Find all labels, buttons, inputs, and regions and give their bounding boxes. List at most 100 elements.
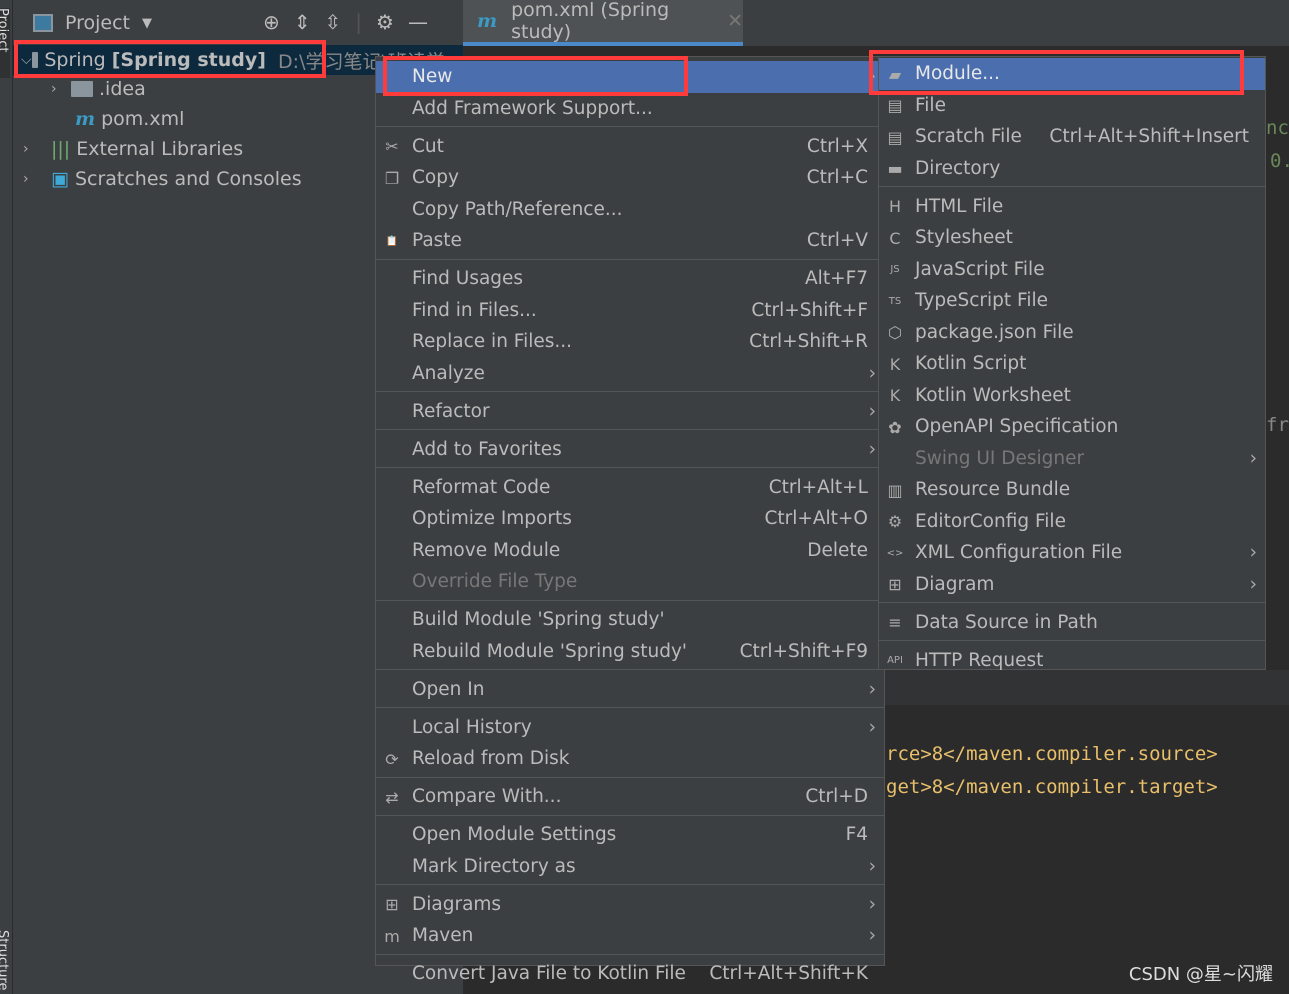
minimize-icon[interactable]: —	[408, 10, 428, 34]
menu-item-reload-from-disk[interactable]: ⟳ Reload from Disk	[376, 743, 884, 775]
chevron-right-icon: ›	[868, 438, 876, 460]
tree-item-external-libraries[interactable]: › ||| External Libraries	[23, 134, 243, 164]
folder-icon	[71, 81, 93, 97]
chevron-right-icon: ›	[1249, 447, 1257, 469]
chevron-right-icon: ›	[1249, 573, 1257, 595]
project-tool-button[interactable]: Project	[0, 8, 10, 78]
tree-item-idea[interactable]: › .idea	[51, 74, 146, 104]
chevron-right-icon: ›	[868, 678, 876, 700]
menu-item-label: Open In	[412, 678, 485, 700]
menu-item-stylesheet[interactable]: C Stylesheet	[879, 222, 1265, 254]
menu-item-add-framework-support[interactable]: Add Framework Support...	[376, 93, 884, 125]
menu-item-resource-bundle[interactable]: ▥ Resource Bundle	[879, 474, 1265, 506]
menu-item-optimize-imports[interactable]: Optimize Imports Ctrl+Alt+O	[376, 503, 884, 535]
menu-item-package-json-file[interactable]: ⬡ package.json File	[879, 317, 1265, 349]
gear-icon[interactable]: ⚙	[376, 10, 394, 34]
chevron-right-icon[interactable]: ›	[51, 81, 71, 97]
menu-item-label: Add to Favorites	[412, 438, 562, 460]
code-fragment: nce	[1266, 117, 1289, 139]
menu-item-refactor[interactable]: Refactor ›	[376, 396, 884, 428]
menu-item-label: Compare With...	[412, 786, 562, 808]
menu-item-find-in-files[interactable]: Find in Files... Ctrl+Shift+F	[376, 295, 884, 327]
expand-all-icon[interactable]: ⇕	[294, 10, 311, 34]
menu-item-typescript-file[interactable]: TS TypeScript File	[879, 285, 1265, 317]
file-icon: ▤	[887, 96, 903, 115]
menu-item-reformat-code[interactable]: Reformat Code Ctrl+Alt+L	[376, 472, 884, 504]
menu-item-openapi-specification[interactable]: ✿ OpenAPI Specification	[879, 411, 1265, 443]
code-line: get>8</maven.compiler.target>	[886, 776, 1218, 798]
tool-window-strip: Project Structure	[0, 0, 13, 994]
menu-item-mark-directory-as[interactable]: Mark Directory as ›	[376, 851, 884, 883]
js-file-icon: JS	[890, 264, 900, 275]
menu-item-diagrams[interactable]: ⊞ Diagrams ›	[376, 889, 884, 921]
menu-item-find-usages[interactable]: Find Usages Alt+F7	[376, 263, 884, 295]
close-icon[interactable]: ✕	[727, 10, 743, 32]
menu-item-label: TypeScript File	[915, 290, 1048, 312]
menu-item-directory[interactable]: ▬ Directory	[879, 153, 1265, 185]
css-file-icon: C	[889, 228, 901, 248]
chevron-down-icon[interactable]: ▼	[142, 16, 152, 31]
menu-item-label: Rebuild Module 'Spring study'	[412, 640, 687, 662]
collapse-all-icon[interactable]: ⇳	[325, 10, 342, 34]
menu-item-analyze[interactable]: Analyze ›	[376, 358, 884, 390]
menu-item-copy-path-reference[interactable]: Copy Path/Reference...	[376, 194, 884, 226]
menu-item-replace-in-files[interactable]: Replace in Files... Ctrl+Shift+R	[376, 326, 884, 358]
menu-item-label: Diagrams	[412, 893, 502, 915]
menu-item-kotlin-worksheet[interactable]: K Kotlin Worksheet	[879, 380, 1265, 412]
menu-item-local-history[interactable]: Local History ›	[376, 712, 884, 744]
menu-item-rebuild-module-spring-study[interactable]: Rebuild Module 'Spring study' Ctrl+Shift+…	[376, 636, 884, 668]
menu-item-remove-module[interactable]: Remove Module Delete	[376, 535, 884, 567]
menu-item-label: Cut	[412, 135, 444, 157]
shortcut: Ctrl+Alt+Shift+Insert	[1049, 126, 1249, 148]
menu-item-javascript-file[interactable]: JS JavaScript File	[879, 254, 1265, 286]
menu-item-label: Kotlin Worksheet	[915, 384, 1071, 406]
menu-item-data-source-in-path[interactable]: ≡ Data Source in Path	[879, 607, 1265, 639]
shortcut: Ctrl+V	[806, 230, 868, 252]
menu-item-editorconfig-file[interactable]: ⚙ EditorConfig File	[879, 506, 1265, 538]
highlight-box	[14, 40, 326, 78]
openapi-icon: ✿	[888, 417, 902, 437]
menu-item-label: Find in Files...	[412, 299, 537, 321]
menu-item-add-to-favorites[interactable]: Add to Favorites ›	[376, 434, 884, 466]
scratch-file-icon: ▤	[887, 127, 903, 147]
menu-item-scratch-file[interactable]: ▤ Scratch File Ctrl+Alt+Shift+Insert	[879, 121, 1265, 153]
menu-item-label: Reload from Disk	[412, 748, 570, 770]
menu-item-open-in[interactable]: Open In ›	[376, 674, 884, 706]
chevron-right-icon[interactable]: ›	[23, 141, 43, 157]
menu-item-xml-configuration-file[interactable]: <> XML Configuration File ›	[879, 537, 1265, 569]
copy-icon: ❐	[384, 168, 400, 188]
menu-item-kotlin-script[interactable]: K Kotlin Script	[879, 348, 1265, 380]
shortcut: Ctrl+Alt+Shift+K	[709, 963, 868, 985]
menu-item-paste[interactable]: 📋 Paste Ctrl+V	[376, 225, 884, 257]
structure-tool-button[interactable]: Structure	[0, 930, 10, 990]
tab-pom-xml[interactable]: m pom.xml (Spring study) ✕	[463, 0, 743, 46]
shortcut: Alt+F7	[805, 268, 868, 290]
menu-item-label: HTTP Request	[915, 649, 1044, 671]
menu-item-compare-with[interactable]: ⇄ Compare With... Ctrl+D	[376, 781, 884, 813]
tree-item-scratches[interactable]: › ▣ Scratches and Consoles	[23, 164, 302, 194]
menu-item-build-module-spring-study[interactable]: Build Module 'Spring study'	[376, 604, 884, 636]
xml-file-icon: <>	[886, 547, 904, 559]
project-view-selector[interactable]: Project	[65, 12, 130, 34]
menu-item-open-module-settings[interactable]: Open Module Settings F4	[376, 819, 884, 851]
menu-item-http-request[interactable]: API HTTP Request	[879, 645, 1265, 677]
menu-item-label: HTML File	[915, 195, 1004, 217]
menu-item-override-file-type[interactable]: Override File Type	[376, 566, 884, 598]
menu-item-diagram[interactable]: ⊞ Diagram ›	[879, 569, 1265, 601]
tree-item-pom[interactable]: m pom.xml	[75, 104, 184, 134]
library-icon: |||	[51, 138, 71, 160]
menu-item-html-file[interactable]: H HTML File	[879, 191, 1265, 223]
chevron-right-icon[interactable]: ›	[23, 171, 43, 187]
shortcut: Ctrl+Shift+R	[749, 331, 868, 353]
tree-label: pom.xml	[101, 108, 185, 130]
shortcut: Ctrl+Alt+O	[764, 508, 868, 530]
menu-item-label: XML Configuration File	[915, 542, 1123, 564]
menu-item-convert-java-file-to-kotlin-file[interactable]: Convert Java File to Kotlin File Ctrl+Alt…	[376, 958, 884, 990]
menu-item-copy[interactable]: ❐ Copy Ctrl+C	[376, 162, 884, 194]
menu-item-cut[interactable]: ✂ Cut Ctrl+X	[376, 131, 884, 163]
menu-item-maven[interactable]: m Maven ›	[376, 920, 884, 952]
locate-icon[interactable]: ⊕	[263, 10, 280, 34]
menu-item-label: Analyze	[412, 362, 485, 384]
menu-item-swing-ui-designer[interactable]: Swing UI Designer ›	[879, 443, 1265, 475]
chevron-right-icon: ›	[868, 400, 876, 422]
